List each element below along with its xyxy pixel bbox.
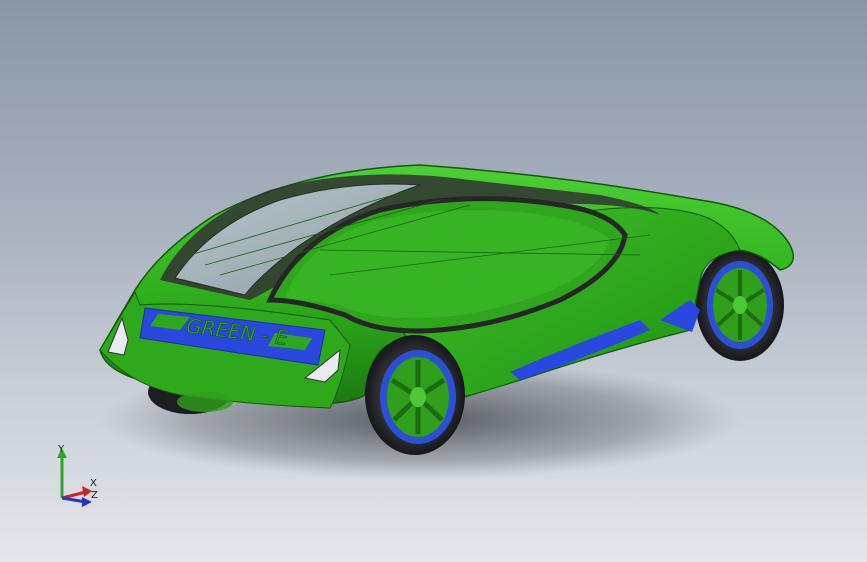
coordinate-triad: Y X Z [48,440,108,510]
graphics-viewport[interactable]: GREEN - E Y X Z [0,0,867,562]
car-model[interactable]: GREEN - E [0,0,867,562]
triad-x-label: X [90,478,97,489]
wheel-rear-left-hub [177,392,233,412]
wheel-rear-right [365,335,465,455]
triad-z-label: Z [91,490,98,501]
triad-y-label: Y [58,444,65,455]
triad-arrows [57,448,92,507]
wheel-front-right [696,249,784,361]
